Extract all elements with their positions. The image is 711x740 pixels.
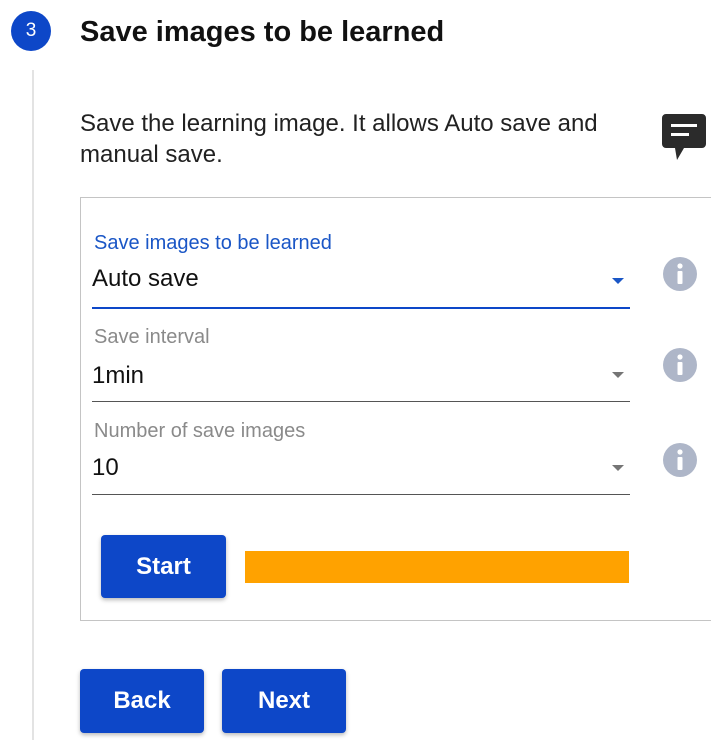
back-button[interactable]: Back [80,669,204,733]
save-count-value[interactable]: 10 [92,454,119,482]
save-interval-label: Save interval [94,326,210,348]
save-mode-underline [92,307,630,309]
chevron-down-icon[interactable] [612,372,624,378]
info-icon[interactable] [662,347,698,383]
save-count-label: Number of save images [94,420,306,442]
save-progress-fill [245,551,629,583]
comment-icon[interactable] [662,114,706,164]
save-count-select[interactable]: Number of save images 10 [92,420,630,500]
save-mode-label: Save images to be learned [94,232,332,254]
save-mode-select[interactable]: Save images to be learned Auto save [92,232,630,312]
chevron-down-icon[interactable] [612,465,624,471]
info-icon[interactable] [662,256,698,292]
chevron-down-icon[interactable] [612,278,624,284]
save-mode-value[interactable]: Auto save [92,265,199,293]
step-number-badge: 3 [11,11,51,51]
step-description: Save the learning image. It allows Auto … [80,110,598,168]
save-interval-value[interactable]: 1min [92,362,144,390]
save-interval-underline [92,401,630,402]
step-title: Save images to be learned [80,16,445,48]
save-count-underline [92,494,630,495]
save-progress-bar [245,551,629,583]
start-button[interactable]: Start [101,535,226,598]
next-button[interactable]: Next [222,669,346,733]
step-rail [32,70,34,740]
save-interval-select[interactable]: Save interval 1min [92,326,630,406]
info-icon[interactable] [662,442,698,478]
